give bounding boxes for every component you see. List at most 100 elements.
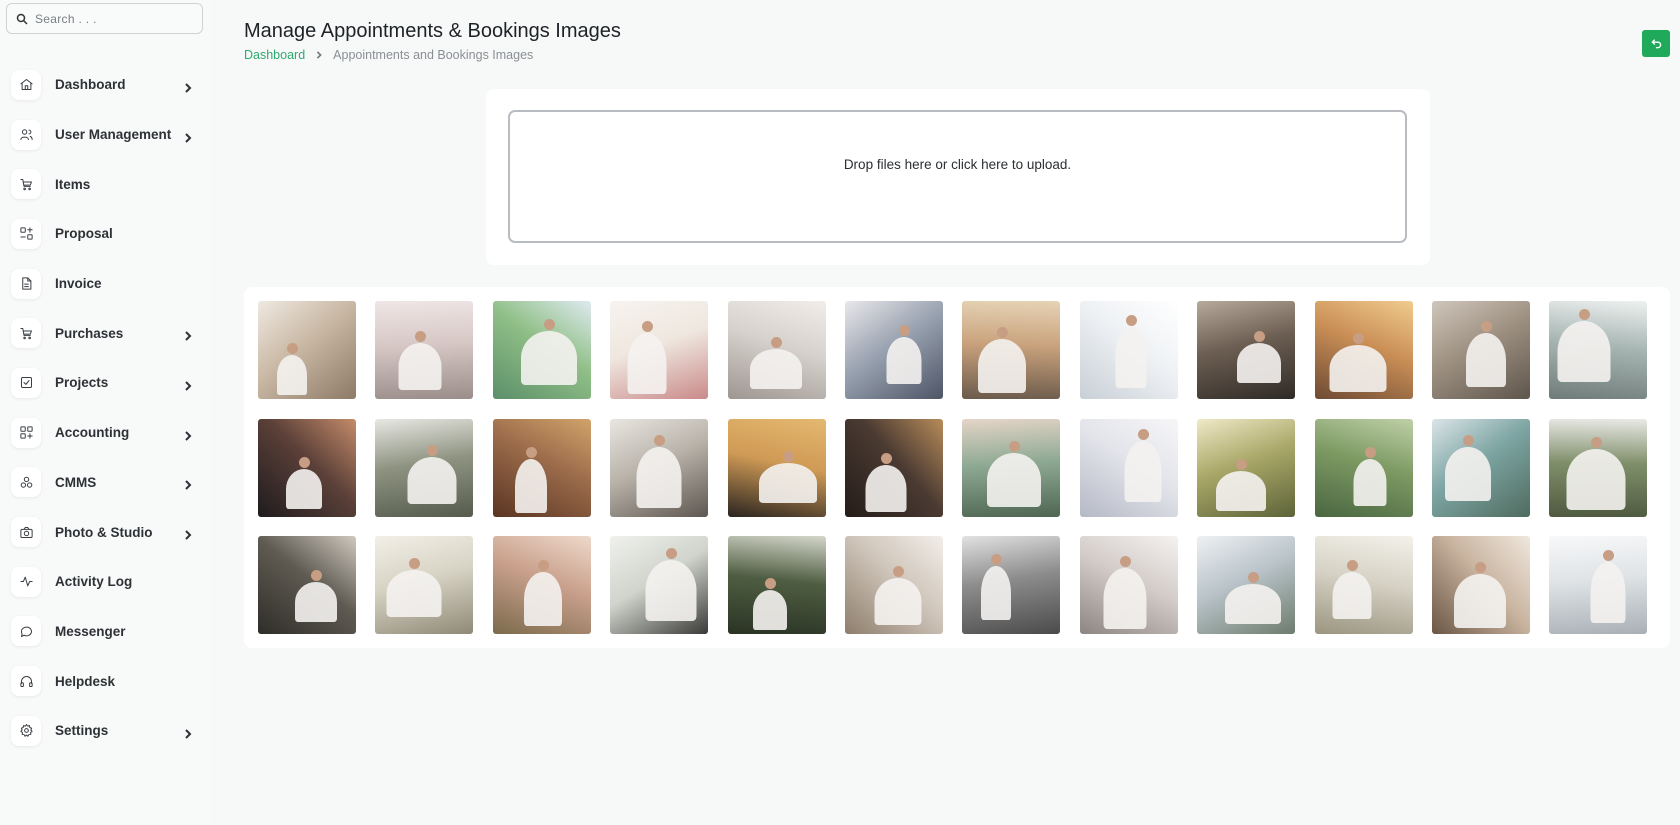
gallery-image-couple-hands-rings[interactable]: [727, 301, 826, 399]
gallery-image-pink-table-decor[interactable]: [492, 536, 591, 634]
gallery-image-outdoor-guests-ceremony[interactable]: [1432, 418, 1530, 517]
photo-subject-head: [1579, 309, 1591, 320]
gallery-image-long-dining-table[interactable]: [845, 536, 943, 634]
photo-subject-head: [1481, 321, 1492, 332]
gallery-image-groom-bride-bouquet-closeup[interactable]: [375, 536, 474, 634]
back-arrow-icon: [1651, 39, 1661, 49]
photo-subject-head: [1603, 550, 1615, 561]
gallery-image-reception-hall-windows[interactable]: [1432, 536, 1530, 634]
search-box[interactable]: [6, 3, 203, 34]
photo-subject: [1237, 343, 1282, 383]
photo-subject-head: [1475, 562, 1486, 573]
gallery-image-bride-hydrangeas[interactable]: [1197, 536, 1296, 634]
gallery-image-bride-barn-interior[interactable]: [258, 536, 356, 634]
gallery-image-couple-floral-wall[interactable]: [610, 536, 709, 634]
sidebar-item-helpdesk[interactable]: Helpdesk: [0, 656, 210, 706]
gallery-image-couple-night-street[interactable]: [258, 418, 356, 517]
photo-subject-head: [654, 434, 666, 446]
photo-subject-head: [543, 319, 555, 330]
gallery-image-couple-stone-stairs[interactable]: [1432, 301, 1530, 399]
gallery-image-couple-silhouette[interactable]: [727, 418, 826, 517]
gallery-image-couple-embrace-dark[interactable]: [1197, 301, 1296, 399]
sidebar-item-label: User Management: [55, 127, 172, 143]
photo-subject-head: [525, 446, 537, 458]
chevron-right-icon: [183, 477, 193, 491]
sidebar-item-dashboard[interactable]: Dashboard: [0, 60, 210, 110]
photo-subject: [886, 337, 922, 384]
camera-icon: [11, 517, 41, 548]
chevron-right-icon: [183, 130, 193, 143]
gallery-image-wedding-stage-decor[interactable]: [375, 301, 474, 399]
photo-subject-head: [1591, 436, 1603, 448]
gallery-image-white-aisle-flowers[interactable]: [1079, 418, 1178, 517]
photo-subject: [1225, 584, 1282, 624]
photo-subject: [758, 462, 817, 503]
photo-subject: [1329, 345, 1387, 392]
gallery-image-couple-table-picnic[interactable]: [1314, 536, 1413, 634]
chevron-right-icon: [315, 51, 323, 59]
gallery-image-bride-lying-white[interactable]: [1549, 536, 1648, 634]
sidebar-item-photo-studio[interactable]: Photo & Studio: [0, 507, 210, 557]
gallery-image-bride-white-curtains[interactable]: [1079, 301, 1178, 399]
chevron-right-icon: [183, 328, 193, 341]
photo-subject-head: [642, 321, 654, 332]
photo-subject-head: [991, 554, 1003, 565]
search-input[interactable]: [35, 11, 195, 26]
gallery-image-couple-sunlight-kiss[interactable]: [1314, 301, 1413, 399]
file-dropzone[interactable]: Drop files here or click here to upload.: [508, 110, 1407, 243]
gallery-image-couple-vintage-car[interactable]: [727, 536, 826, 634]
gallery-image-couple-lake-dock[interactable]: [610, 418, 709, 517]
grid-icon: [11, 417, 41, 448]
sidebar-item-label: Messenger: [55, 623, 126, 639]
sidebar-item-label: Settings: [55, 723, 109, 739]
sidebar-item-accounting[interactable]: Accounting: [0, 408, 210, 458]
gallery-image-couple-bench-sunset[interactable]: [962, 301, 1061, 399]
gallery-image-bride-bouquet-hands[interactable]: [610, 301, 709, 399]
sidebar-item-purchases[interactable]: Purchases: [0, 308, 210, 358]
gallery-image-bride-gown-window[interactable]: [1549, 301, 1648, 399]
search-icon: [16, 13, 28, 25]
sidebar-item-activity-log[interactable]: Activity Log: [0, 557, 210, 607]
photo-subject-head: [782, 450, 794, 462]
gallery-image-couple-closeup-smile[interactable]: [962, 418, 1061, 517]
photo-subject: [398, 343, 442, 390]
sidebar-item-items[interactable]: Items: [0, 159, 210, 209]
sidebar-item-invoice[interactable]: Invoice: [0, 259, 210, 309]
sidebar-item-label: Projects: [55, 375, 109, 391]
photo-subject: [1566, 448, 1626, 510]
gallery-image-cathedral-aisle[interactable]: [492, 418, 591, 517]
proposal-icon: [11, 218, 41, 249]
sidebar-item-cmms[interactable]: CMMS: [0, 458, 210, 508]
gallery-image-couple-seated-outdoors[interactable]: [375, 418, 474, 517]
photo-subject-head: [1346, 560, 1358, 571]
chat-icon: [11, 616, 41, 647]
gallery-image-couple-greenery-portrait[interactable]: [1549, 418, 1648, 517]
chevron-right-icon: [183, 428, 193, 441]
breadcrumb-dashboard-link[interactable]: Dashboard: [244, 48, 305, 62]
gallery-image-couple-chandelier-room[interactable]: [845, 418, 943, 517]
gallery-image-bride-veil-studio[interactable]: [962, 536, 1061, 634]
sidebar-item-settings[interactable]: Settings: [0, 706, 210, 756]
gallery-image-couple-garden-standing[interactable]: [845, 301, 943, 399]
gallery-image-bride-lace-headpiece[interactable]: [1079, 536, 1178, 634]
gear-icon: [11, 715, 41, 746]
gallery-image-bride-gown-back-lights[interactable]: [258, 301, 356, 399]
sidebar-item-projects[interactable]: Projects: [0, 358, 210, 408]
photo-subject-head: [997, 327, 1009, 338]
cmms-icon: [11, 467, 41, 498]
photo-subject: [1590, 562, 1626, 623]
image-gallery: [244, 287, 1670, 648]
back-button[interactable]: [1642, 30, 1670, 57]
gallery-image-bride-blue-dress-field[interactable]: [1314, 418, 1413, 517]
upload-card: Drop files here or click here to upload.: [486, 89, 1430, 265]
sidebar-item-proposal[interactable]: Proposal: [0, 209, 210, 259]
dropzone-text: Drop files here or click here to upload.: [843, 157, 1072, 172]
sidebar: Dashboard User Management Items Proposal Inv…: [0, 0, 210, 825]
sidebar-item-messenger[interactable]: Messenger: [0, 607, 210, 657]
gallery-image-couple-field-sunlight[interactable]: [1197, 418, 1296, 517]
sidebar-item-label: Proposal: [55, 226, 113, 242]
sidebar-item-user-management[interactable]: User Management: [0, 110, 210, 160]
gallery-image-beach-ceremony-arch[interactable]: [492, 301, 591, 399]
photo-subject: [1557, 321, 1611, 382]
photo-subject-head: [1125, 315, 1137, 326]
